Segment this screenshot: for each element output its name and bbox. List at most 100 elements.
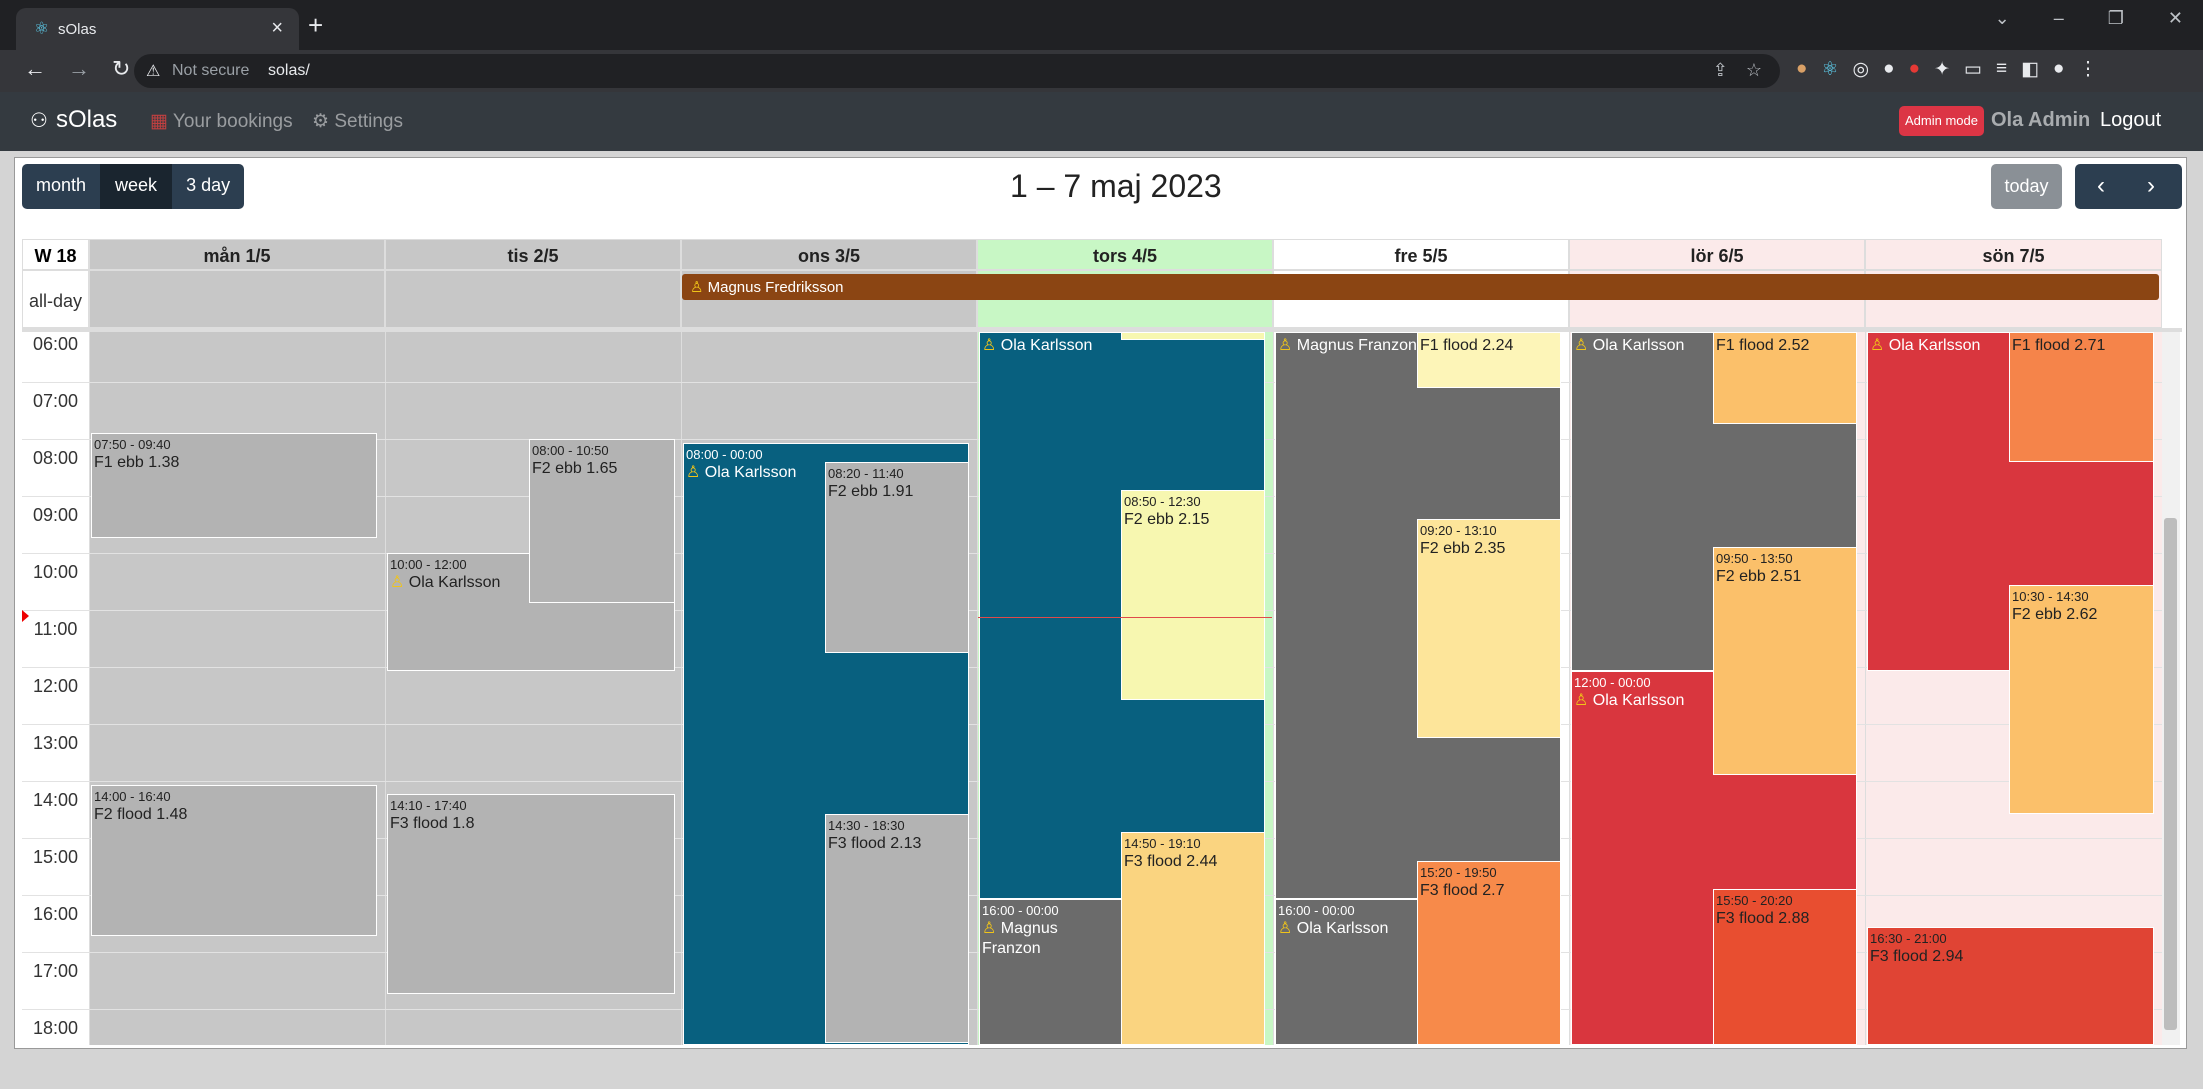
now-indicator-arrow [22, 610, 29, 622]
calendar-event[interactable]: 09:20 - 13:10 F2 ebb 2.35 [1417, 519, 1561, 738]
event-title: Ola Karlsson [1888, 337, 1981, 354]
cast-icon[interactable]: ▭ [1964, 58, 1982, 81]
scrollbar-thumb[interactable] [2164, 518, 2177, 1030]
chevron-down-icon[interactable]: ⌄ [1995, 8, 2010, 29]
now-indicator-line [978, 617, 1272, 618]
calendar-event[interactable]: 09:50 - 13:50 F2 ebb 2.51 [1713, 547, 1857, 775]
bookmark-star-icon[interactable]: ☆ [1746, 60, 1762, 81]
event-title: Ola Karlsson [1296, 920, 1389, 938]
view-week-button[interactable]: week [101, 164, 173, 209]
calendar-event[interactable]: 10:30 - 14:30 F2 ebb 2.62 [2009, 585, 2154, 814]
address-bar[interactable]: ⚠ Not secure solas/ ⇪ ☆ [134, 54, 1780, 88]
share-icon[interactable]: ⇪ [1713, 60, 1728, 81]
extension-icon[interactable]: ● [1883, 58, 1894, 81]
event-time: 15:50 - 20:20 [1716, 893, 1793, 908]
event-title: F1 ebb 1.38 [94, 454, 180, 472]
warning-icon: ⚠ [146, 63, 161, 80]
event-title: F3 flood 2.94 [1870, 948, 1964, 966]
react-devtools-icon[interactable]: ⚛ [1821, 58, 1838, 81]
prev-week-icon[interactable]: ‹ [2097, 172, 2105, 200]
calendar-event[interactable]: 14:00 - 16:40 F2 flood 1.48 [91, 785, 377, 936]
event-title: F3 flood 2.88 [1716, 910, 1810, 928]
hour-label: 14:00 [32, 790, 79, 810]
new-tab-icon[interactable]: + [308, 10, 323, 41]
hour-label: 09:00 [32, 505, 79, 525]
person-icon: ♙ [1870, 337, 1885, 354]
hour-label: 10:00 [32, 562, 79, 582]
menu-icon[interactable]: ⋮ [2079, 58, 2098, 81]
event-title: ♙ Ola Karlsson [982, 337, 1092, 354]
calendar-event[interactable]: 08:50 - 12:30 F2 ebb 2.15 [1121, 490, 1265, 700]
all-day-cell[interactable] [385, 270, 681, 328]
day-header-thu[interactable]: tors 4/5 [977, 239, 1273, 270]
calendar-event[interactable]: F1 flood 2.52 [1713, 332, 1857, 424]
forward-icon[interactable]: → [68, 56, 90, 82]
brand[interactable]: ⚇ sOlas [30, 106, 117, 134]
nav-your-bookings[interactable]: ▦ Your bookings [150, 110, 293, 133]
calendar-event[interactable]: 14:10 - 17:40 F3 flood 1.8 [387, 794, 675, 994]
nav-label: Settings [334, 111, 403, 132]
calendar-event[interactable]: 07:50 - 09:40 F1 ebb 1.38 [91, 433, 377, 538]
logout-link[interactable]: Logout [2100, 109, 2161, 132]
event-time: 08:00 - 00:00 [686, 447, 763, 462]
event-title: ♙ Ola Karlsson [1574, 337, 1684, 354]
close-tab-icon[interactable]: × [271, 17, 283, 40]
extension-icon[interactable]: ● [1796, 58, 1807, 81]
browser-tab[interactable]: ⚛ sOlas × [16, 8, 299, 50]
react-favicon-icon: ⚛ [34, 19, 50, 38]
restore-icon[interactable]: ❐ [2108, 8, 2124, 29]
calendar-event[interactable]: 14:50 - 19:10 F3 flood 2.44 [1121, 832, 1265, 1045]
nav-settings[interactable]: ⚙ Settings [312, 110, 403, 133]
extension-icon[interactable]: ◎ [1853, 58, 1870, 81]
person-icon: ♙ [686, 464, 701, 482]
event-title: ♙ Ola Karlsson [1870, 337, 1980, 354]
day-header-tue[interactable]: tis 2/5 [385, 239, 681, 270]
view-3day-button[interactable]: 3 day [172, 164, 245, 209]
calendar-event[interactable]: 08:00 - 10:50 F2 ebb 1.65 [529, 439, 675, 603]
reload-icon[interactable]: ↻ [112, 56, 130, 82]
event-title: Ola Karlsson [408, 574, 501, 592]
calendar-event[interactable]: F1 flood 2.24 [1417, 332, 1561, 388]
day-header-fri[interactable]: fre 5/5 [1273, 239, 1569, 270]
day-header-wed[interactable]: ons 3/5 [681, 239, 977, 270]
extension-icon[interactable]: ● [1909, 58, 1920, 81]
day-header-sun[interactable]: sön 7/5 [1865, 239, 2162, 270]
puzzle-icon[interactable]: ✦ [1934, 58, 1950, 81]
profile-avatar[interactable]: ● [2053, 58, 2064, 81]
admin-mode-badge[interactable]: Admin mode [1899, 106, 1984, 136]
day-header-sat[interactable]: lör 6/5 [1569, 239, 1865, 270]
calendar-event[interactable]: 15:20 - 19:50 F3 flood 2.7 [1417, 861, 1561, 1045]
calendar-event[interactable] [1121, 332, 1265, 340]
calendar-event[interactable]: F1 flood 2.71 [2009, 332, 2154, 462]
media-icon[interactable]: ≡ [1996, 58, 2007, 81]
hour-label: 12:00 [32, 676, 79, 696]
close-window-icon[interactable]: ✕ [2168, 8, 2183, 29]
hour-label: 15:00 [32, 847, 79, 867]
calendar-event[interactable]: 16:00 - 00:00 ♙ Magnus Franzon [979, 899, 1123, 1045]
minimize-icon[interactable]: – [2054, 8, 2064, 29]
nav-label: Your bookings [172, 111, 293, 132]
sidepanel-icon[interactable]: ◧ [2021, 58, 2039, 81]
all-day-cell[interactable] [89, 270, 385, 328]
event-time: 14:50 - 19:10 [1124, 836, 1201, 851]
brand-label: sOlas [55, 106, 118, 133]
person-icon: ♙ [982, 920, 997, 938]
event-title: F1 flood 2.24 [1420, 337, 1514, 354]
hour-label: 08:00 [32, 448, 79, 468]
calendar-event[interactable]: 14:30 - 18:30 F3 flood 2.13 [825, 814, 969, 1043]
event-time: 15:20 - 19:50 [1420, 865, 1497, 880]
view-month-button[interactable]: month [22, 164, 102, 209]
calendar-event[interactable]: 08:20 - 11:40 F2 ebb 1.91 [825, 462, 969, 653]
calendar-event[interactable]: 15:50 - 20:20 F3 flood 2.88 [1713, 889, 1857, 1045]
event-title: Ola Karlsson [1000, 337, 1093, 354]
calendar-event[interactable]: 16:00 - 00:00 ♙ Ola Karlsson [1275, 899, 1419, 1045]
all-day-event[interactable]: ♙ Magnus Fredriksson [682, 274, 2159, 300]
back-icon[interactable]: ← [24, 56, 46, 82]
event-time: 16:30 - 21:00 [1870, 931, 1947, 946]
calendar-event[interactable]: 16:30 - 21:00 F3 flood 2.94 [1867, 927, 2154, 1045]
day-header-mon[interactable]: mån 1/5 [89, 239, 385, 270]
prev-next-group: ‹ › [2075, 164, 2182, 209]
next-week-icon[interactable]: › [2147, 172, 2155, 200]
today-button[interactable]: today [1991, 164, 2062, 209]
event-title: F2 ebb 1.65 [532, 460, 618, 478]
